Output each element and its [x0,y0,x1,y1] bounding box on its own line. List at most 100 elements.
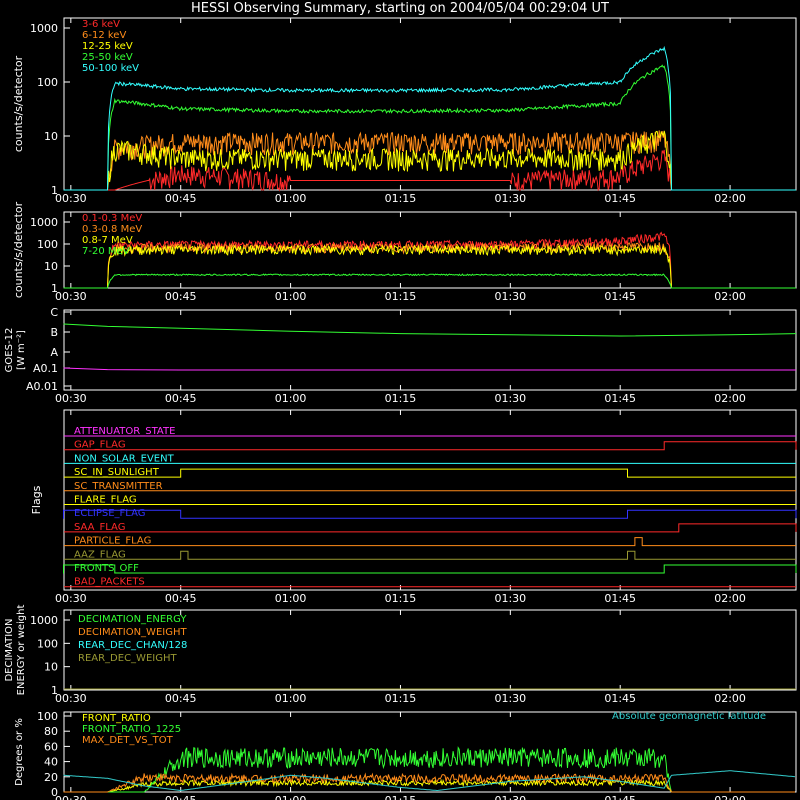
y-tick-label: 1000 [30,216,58,229]
x-tick-label: 00:30 [55,290,87,303]
legend-entry: 7-20 MeV [82,246,130,257]
x-tick-label: 00:45 [165,794,197,800]
series-line-3 [63,64,796,191]
y-axis-label: GOES-12 [4,328,15,373]
x-tick-label: 01:45 [604,192,636,205]
legend-entry: FRONT_RATIO [82,713,151,724]
x-tick-label: 01:00 [275,692,307,705]
x-tick-label: 02:00 [714,392,746,405]
y-tick-label: 10 [44,260,58,273]
x-tick-label: 01:30 [494,592,526,605]
x-tick-label: 00:45 [165,692,197,705]
y-tick-label: 20 [44,771,58,784]
x-tick-label: 01:00 [275,192,307,205]
flag-label: AAZ_FLAG [74,549,126,560]
x-tick-label: 00:30 [55,794,87,800]
legend-entry: DECIMATION_ENERGY [78,614,187,625]
x-tick-label: 00:45 [165,392,197,405]
y-axis-label: Flags [30,485,43,514]
y-tick-label: 100 [37,76,58,89]
x-tick-label: 01:45 [604,692,636,705]
legend-entry: MAX_DET_VS_TOT [82,735,174,746]
x-tick-label: 02:00 [714,592,746,605]
y-tick-label: 10 [44,661,58,674]
x-tick-label: 01:00 [275,592,307,605]
legend-entry: FRONT_RATIO_1225 [82,724,181,735]
x-tick-label: 02:00 [714,290,746,303]
goes-line-0 [63,323,797,337]
x-tick-label: 02:00 [714,192,746,205]
flag-trace-3 [64,468,796,478]
x-tick-label: 01:30 [494,794,526,800]
y-tick-label: 40 [44,756,58,769]
hessi-summary-chart: 00:30 00:45 01:00 01:15 01:30 01:45 02:0011010… [4,17,797,800]
flag-trace-1 [64,441,797,451]
legend-entry: 3-6 keV [82,19,120,30]
flag-label: SC_TRANSMITTER [74,481,163,492]
x-tick-label: 01:45 [604,290,636,303]
y-tick-label: 1 [51,684,58,697]
flag-label: BAD_PACKETS [74,577,145,588]
panel-frame [63,17,797,191]
flag-label: NON_SOLAR_EVENT [74,453,175,464]
legend-entry: 12-25 keV [82,41,133,52]
x-tick-label: 01:30 [494,290,526,303]
legend-entry: REAR_DEC_WEIGHT [78,653,177,664]
flag-trace-9 [64,550,796,560]
x-tick-label: 01:15 [385,692,417,705]
x-tick-label: 01:00 [275,794,307,800]
y-tick-label: A [50,346,58,359]
x-tick-label: 00:30 [55,392,87,405]
legend-entry: 0.1-0.3 MeV [82,213,142,224]
x-tick-label: 01:15 [385,794,417,800]
flag-label: ATTENUATOR_STATE [74,426,175,437]
panel-frame [63,309,797,391]
y-tick-label: B [50,326,58,339]
y-tick-label: 60 [44,740,58,753]
y-tick-label: 1 [51,184,58,197]
x-tick-label: 00:45 [165,592,197,605]
x-tick-label: 00:45 [165,192,197,205]
series-line-0 [63,231,796,289]
flag-trace-6 [63,509,797,519]
flag-trace-8 [64,537,796,547]
flag-trace-7 [64,523,797,533]
y-axis-label: Degrees or % [14,718,25,786]
x-tick-label: 01:30 [494,392,526,405]
y-axis-label: DECIMATION [4,618,15,681]
x-tick-label: 01:30 [494,692,526,705]
flag-label: PARTICLE_FLAG [74,536,151,547]
x-tick-label: 00:30 [55,192,87,205]
y-tick-label: 100 [37,238,58,251]
x-tick-label: 01:45 [604,592,636,605]
goes-line-1 [63,367,796,371]
x-tick-label: 01:00 [275,290,307,303]
x-tick-label: 00:45 [165,290,197,303]
x-tick-label: 01:45 [604,794,636,800]
x-tick-label: 02:00 [714,692,746,705]
y-axis-label: counts/s/detector [12,201,25,298]
series-line-3 [63,273,796,289]
y-tick-label: C [50,306,58,319]
legend-entry: 6-12 keV [82,30,126,41]
legend-entry: REAR_DEC_CHAN/128 [78,640,187,651]
legend-entry: 0.3-0.8 MeV [82,224,142,235]
flag-trace-10 [63,564,797,574]
x-tick-label: 01:15 [385,290,417,303]
y-axis-label: [W m⁻²] [16,330,27,370]
flag-label: SC_IN_SUNLIGHT [74,467,160,478]
legend-entry: 50-100 keV [82,63,139,74]
x-tick-label: 01:15 [385,192,417,205]
flag-label: GAP_FLAG [74,440,126,451]
legend-entry: 0.8-7 MeV [82,235,133,246]
y-axis-label: counts/s/detector [12,55,25,152]
x-tick-label: 01:45 [604,392,636,405]
y-tick-label: 100 [37,637,58,650]
x-tick-label: 01:30 [494,192,526,205]
y-tick-label: 1000 [30,614,58,627]
panel-frame [63,409,797,591]
ratio-line-1 [63,746,795,793]
flag-label: FLARE_FLAG [74,495,137,506]
y-tick-label: A0.01 [26,380,58,393]
y-tick-label: 10 [44,130,58,143]
